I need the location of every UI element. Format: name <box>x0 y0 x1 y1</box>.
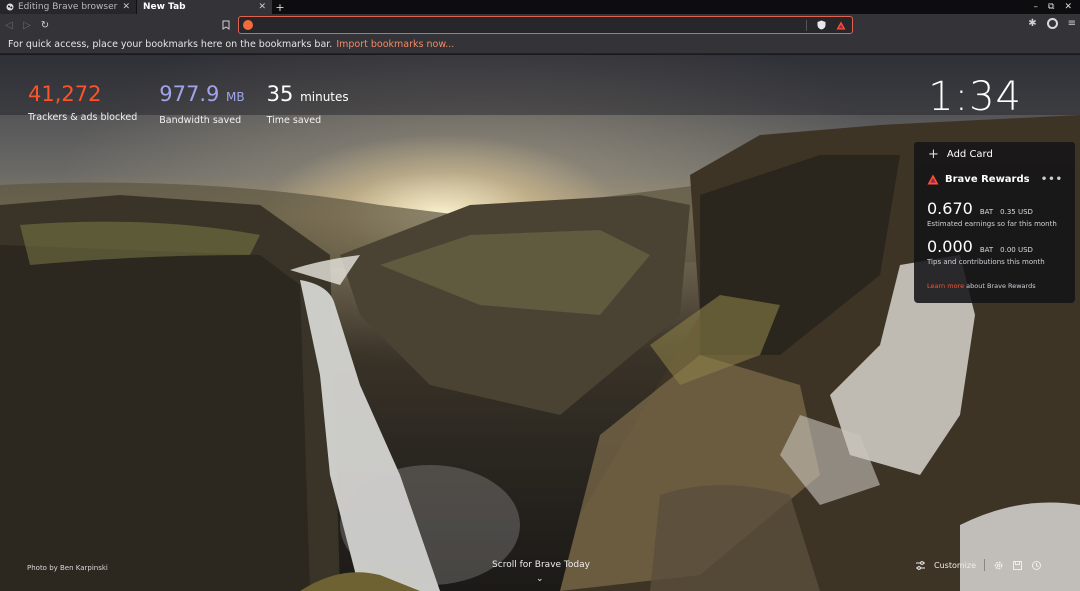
background-photo <box>0 55 1080 591</box>
divider <box>806 19 807 31</box>
tab-close-icon[interactable]: ✕ <box>122 2 130 12</box>
tab-close-icon[interactable]: ✕ <box>258 2 266 12</box>
time-unit: minutes <box>300 90 349 104</box>
history-clock-icon[interactable] <box>1031 560 1042 571</box>
scroll-for-brave-today[interactable]: Scroll for Brave Today <box>480 560 602 570</box>
restore-icon[interactable]: ⧉ <box>1048 2 1054 12</box>
bookmarks-icon[interactable] <box>1012 560 1023 571</box>
address-bar[interactable] <box>238 16 853 34</box>
tips-amount: 0.000 BAT 0.00 USD <box>927 237 1063 256</box>
back-button[interactable]: ◁ <box>0 20 18 31</box>
extensions-icon[interactable]: ✱ <box>1028 18 1036 29</box>
time-label: Time saved <box>266 115 322 126</box>
tips-value: 0.000 <box>927 237 973 256</box>
time-value-wrap: 35 minutes <box>267 82 349 109</box>
trackers-label: Trackers & ads blocked <box>28 112 138 123</box>
plus-icon: + <box>275 0 285 14</box>
tips-usd: 0.00 USD <box>1000 246 1033 254</box>
address-bar-actions <box>806 19 852 31</box>
tab-title: New Tab <box>143 2 186 12</box>
trackers-count: 41,272 <box>28 82 102 106</box>
stat-bandwidth: 977.9 MB Bandwidth saved <box>159 82 244 126</box>
tips-row: 0.000 BAT 0.00 USD Tips and contribution… <box>927 237 1063 266</box>
close-window-icon[interactable]: ✕ <box>1064 2 1072 12</box>
rewards-header: Brave Rewards ••• <box>927 174 1063 185</box>
bookmark-icon[interactable] <box>219 18 233 32</box>
bandwidth-value-wrap: 977.9 MB <box>159 82 244 109</box>
import-bookmarks-link[interactable]: Import bookmarks now... <box>336 39 454 50</box>
divider <box>984 559 985 571</box>
profile-icon[interactable] <box>1046 18 1058 29</box>
clock: 1:34 <box>928 74 1022 120</box>
tab-title: Editing Brave browser re <box>18 2 119 12</box>
tab-strip: Editing Brave browser re ✕ New Tab ✕ + –… <box>0 0 1080 14</box>
photo-credit[interactable]: Photo by Ben Karpinski <box>27 564 108 572</box>
customize-sliders-icon[interactable] <box>915 560 926 571</box>
tips-desc: Tips and contributions this month <box>927 258 1045 266</box>
reload-button[interactable]: ↻ <box>36 20 54 31</box>
brave-rewards-icon[interactable] <box>836 21 846 30</box>
new-tab-page: 41,272 Trackers & ads blocked 977.9 MB B… <box>0 55 1080 591</box>
add-card-button[interactable]: + Add Card <box>914 142 1075 166</box>
earnings-row: 0.670 BAT 0.35 USD Estimated earnings so… <box>927 199 1063 228</box>
stat-trackers: 41,272 Trackers & ads blocked <box>28 82 137 126</box>
earnings-amount: 0.670 BAT 0.35 USD <box>927 199 1063 218</box>
bat-logo-icon <box>927 174 939 185</box>
rewards-title: Brave Rewards <box>945 174 1030 185</box>
chevron-down-icon[interactable]: ⌄ <box>536 574 544 584</box>
new-tab-button[interactable]: + <box>272 0 288 14</box>
forward-button[interactable]: ▷ <box>18 20 36 31</box>
stat-time: 35 minutes Time saved <box>267 82 349 126</box>
menu-icon[interactable]: ≡ <box>1068 18 1076 29</box>
settings-gear-icon[interactable] <box>993 560 1004 571</box>
toolbar: ◁ ▷ ↻ ✱ ≡ <box>0 14 1080 36</box>
bookmarks-bar-message: For quick access, place your bookmarks h… <box>8 39 333 50</box>
window-controls: – ⧉ ✕ <box>1034 0 1080 14</box>
learn-more-text: Learn more about Brave Rewards <box>927 282 1063 290</box>
tab-new-tab[interactable]: New Tab ✕ <box>137 0 272 14</box>
bandwidth-value: 977.9 <box>159 82 220 106</box>
minimize-icon[interactable]: – <box>1034 2 1039 12</box>
bandwidth-label: Bandwidth saved <box>159 115 242 126</box>
toolbar-right: ✱ ≡ <box>1028 18 1076 29</box>
time-value: 35 <box>266 82 294 106</box>
learn-more-rest: about Brave Rewards <box>966 282 1036 290</box>
more-options-icon[interactable]: ••• <box>1041 174 1063 185</box>
tab-editing[interactable]: Editing Brave browser re ✕ <box>0 0 137 14</box>
bookmarks-bar: For quick access, place your bookmarks h… <box>0 36 1080 54</box>
earnings-desc: Estimated earnings so far this month <box>927 220 1057 228</box>
brave-lion-icon <box>243 20 253 30</box>
earnings-currency: BAT <box>979 208 994 216</box>
footer-actions: Customize <box>915 559 1042 571</box>
brave-rewards-widget: Brave Rewards ••• 0.670 BAT 0.35 USD Est… <box>914 166 1075 303</box>
customize-button[interactable]: Customize <box>934 561 976 570</box>
brave-shields-icon[interactable] <box>817 20 826 30</box>
bandwidth-unit: MB <box>226 90 245 104</box>
learn-more-link[interactable]: Learn more <box>927 282 964 290</box>
stats-panel: 41,272 Trackers & ads blocked 977.9 MB B… <box>28 82 349 126</box>
add-card-label: Add Card <box>946 148 993 160</box>
earnings-value: 0.670 <box>927 199 973 218</box>
plus-icon: + <box>928 146 939 162</box>
site-favicon-icon <box>6 3 14 11</box>
tips-currency: BAT <box>979 246 994 254</box>
earnings-usd: 0.35 USD <box>1000 208 1033 216</box>
